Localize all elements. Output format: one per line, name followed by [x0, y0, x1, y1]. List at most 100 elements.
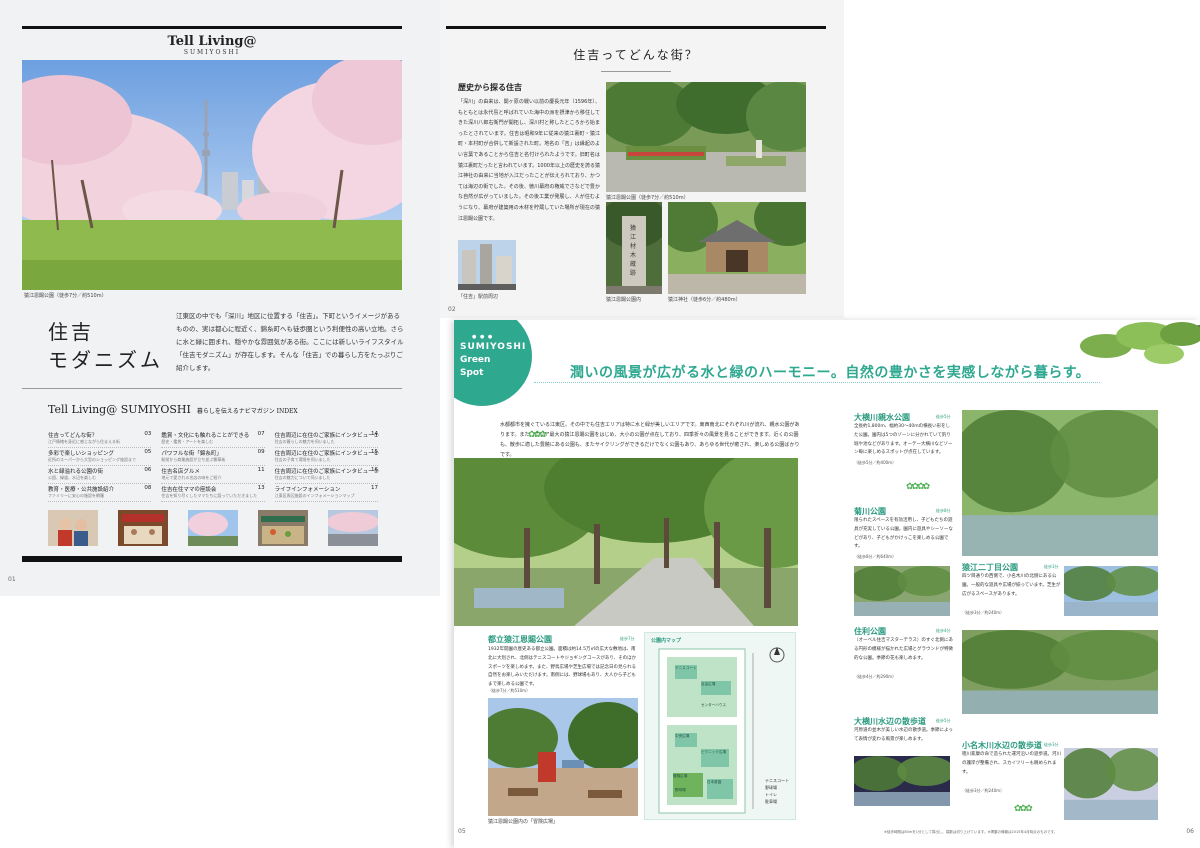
page-number-right: 06 [1186, 828, 1194, 835]
main-park-tree-lined-path-photo [454, 458, 798, 626]
index-item[interactable]: ライフインフォメーション 江東区周辺施設のインフォメーションマップ 17 [274, 484, 378, 502]
index-item-name: 住吉周辺に在住のご家族にインタビュー① [274, 433, 379, 439]
magazine-spread-green-spot: ● ● ● SUMIYOSHI Green Spot 潤いの風景が広がる水と緑の… [454, 320, 1200, 848]
index-item[interactable]: 住吉周辺に在住のご家族にインタビュー③ 住吉の魅力について伺いました 16 [274, 466, 379, 484]
index-item-desc: 住吉の暮らしの魅力を伺いました [274, 439, 335, 444]
masthead: Tell Living@ SUMIYOSHI [22, 34, 402, 56]
index-item-name: 鑑賞・文化にも触れることができる [161, 433, 250, 439]
park-map-legend-item: 駐車場 [765, 799, 777, 804]
bottom-rule [22, 556, 402, 562]
index-item-name: 住吉在住ママの座談会 [161, 487, 217, 493]
index-item-name: ライフインフォメーション [274, 487, 341, 493]
index-item-page: 15 [371, 449, 378, 455]
page-number-left: 05 [458, 828, 466, 835]
index-thumbnails [48, 510, 378, 546]
index-item-name: 住吉周辺に在住のご家族にインタビュー② [274, 451, 379, 457]
index-item-page: 08 [144, 485, 152, 491]
magazine-page-01: Tell Living@ SUMIYOSHI 猿江恩賜公園（徒歩7分／約510m… [0, 0, 440, 596]
park-map-area-label: センターハウス [701, 703, 727, 707]
park-title: 大横川親水公園 [854, 413, 910, 422]
index-item[interactable]: 住吉ってどんな街？ 江戸情緒を身近に感じながら住まえる街 03 [48, 430, 152, 448]
index-item[interactable]: 多彩で楽しいショッピング 近所のスーパーから大型のショッピング施設まで 05 [48, 448, 152, 466]
index-item[interactable]: パワフルな街「錦糸町」 駅前から商業施設が立ち並ぶ繁華街 09 [161, 448, 265, 466]
index-item-name: パワフルな街「錦糸町」 [161, 451, 222, 457]
park-description: 四ツ目通りの西側で、小名木川の北側にある公園。一般的な遊具や広場が揃っています。… [962, 574, 1061, 597]
index-item-name: 住吉ってどんな街？ [48, 433, 98, 439]
badge-dots: ● ● ● [472, 334, 494, 340]
thumbnail-cherry-photo [188, 510, 238, 546]
park-map-legend: テニスコート 野球場 トイレ 駐車場 [765, 777, 789, 805]
index-item-name: 多彩で楽しいショッピング [48, 451, 115, 457]
park-distance: （徒歩4分／約290m） [854, 674, 897, 679]
stone-monument-photo: 猿江材木蔵跡 [606, 202, 662, 294]
index-item-page: 06 [144, 467, 152, 473]
index-title-sub: 暮らしを伝えるナビマガジン INDEX [196, 408, 298, 415]
index-item-page: 16 [371, 467, 378, 473]
adventure-plaza-caption: 猿江恩賜公園内の「冒険広場」 [488, 819, 559, 825]
thumbnail-family-photo [48, 510, 98, 546]
park-title: 猿江二丁目公園 [962, 563, 1018, 572]
index-item-desc: 江東区周辺施設のインフォメーションマップ [274, 493, 355, 498]
index-item[interactable]: 鑑賞・文化にも触れることができる 歴史・鑑賞・アートを楽しむ 07 [161, 430, 265, 448]
badge-line1: SUMIYOSHI [460, 342, 527, 352]
index-item-page: 13 [257, 485, 265, 491]
park-map-legend-item: テニスコート [765, 778, 789, 783]
masthead-subtitle: SUMIYOSHI [183, 49, 241, 56]
park-map-area-label: 野球場 [675, 788, 686, 792]
park-map-area-label: 自由広場 [701, 682, 716, 686]
park-title: 菊川公園 [854, 507, 886, 516]
index-item[interactable]: 住吉名店グルメ 地元で愛される名店の味をご紹介 11 [161, 466, 265, 484]
index-item-page: 05 [144, 449, 152, 455]
index-item-page: 09 [257, 449, 265, 455]
park-photo [1064, 566, 1158, 616]
index-item-desc: 住吉を知り尽くしたママたちに語っていただきました [161, 493, 258, 498]
main-park-distance: （徒歩7分／約510m） [488, 688, 531, 693]
park-walk-tag: 徒歩3分 [1044, 564, 1059, 569]
stone-monument-caption: 猿江恩賜公園内 [606, 297, 642, 303]
park-distance: （徒歩5分／約400m） [854, 460, 897, 465]
index-item-page: 14 [371, 431, 378, 437]
index-item-page: 03 [144, 431, 152, 437]
park-map: 公園内マップ テニスコート 自由広場 中央広場 ピクニック広場 センターハウス 冒険広場野… [644, 632, 796, 820]
index-item[interactable]: 住吉在住ママの座談会 住吉を知り尽くしたママたちに語っていただきました 13 [161, 484, 265, 502]
park-walk-tag: 徒歩5分 [936, 718, 951, 723]
park-map-area-label: 中央広場 [675, 734, 690, 738]
spread-headline: 潤いの風景が広がる水と緑のハーモニー。自然の豊かさを実感しながら暮らす。 [570, 365, 1091, 381]
main-park-description: 1932年開園の歴史ある都立公園。面積は約14.5万㎡の広大な敷地は、南北に大別… [488, 647, 637, 688]
index-item[interactable]: 教育・医療・公共施設紹介 ファミリーに安心の施設を網羅 08 [48, 484, 152, 502]
index-item[interactable]: 住吉周辺に在住のご家族にインタビュー② 住吉の子育て環境を伺いました 15 [274, 448, 379, 466]
index-item[interactable]: 水と緑溢れる公園の街 公園、緑道、水辺を楽しむ 06 [48, 466, 152, 484]
park-walk-tag: 徒歩4分 [936, 628, 951, 633]
page-number: 01 [8, 576, 16, 583]
masthead-title: Tell Living@ [167, 34, 257, 49]
index-item-desc: 歴史・鑑賞・アートを楽しむ [161, 439, 214, 444]
index-item-page: 07 [257, 431, 265, 437]
section-rule [22, 388, 402, 389]
grass-icon: ✿✿✿ [528, 430, 547, 440]
park-photo [962, 410, 1158, 556]
index-item-desc: 近所のスーパーから大型のショッピング施設まで [48, 457, 136, 462]
green-spot-badge: ● ● ● SUMIYOSHI Green Spot [454, 320, 532, 406]
feature-title-line2: モダニズム [48, 348, 163, 372]
index-item-page: 17 [371, 485, 378, 491]
station-street-caption: 「住吉」駅前周辺 [458, 294, 499, 300]
shrine-caption: 猿江神社（徒歩6分／約480m） [668, 297, 741, 303]
adventure-plaza-photo [488, 698, 638, 816]
feature-title-line1: 住吉 [48, 320, 94, 344]
feature-title: 住吉 モダニズム [48, 318, 163, 374]
park-photo [854, 566, 950, 616]
badge-line3: Spot [460, 368, 484, 378]
spread-intro-text: 水都都市を擁ぐている江東区。その中でも住吉エリアは特に水と緑が美しいエリアです。… [500, 422, 800, 458]
index-item-desc: 住吉の魅力について伺いました [274, 475, 331, 480]
park-description: 限られたスペースを有効活用し、子どもたちの遊具が充実している公園。園内に遊具やシ… [854, 518, 953, 550]
index-item-desc: 駅前から商業施設が立ち並ぶ繁華街 [161, 457, 226, 462]
index-title-main: Tell Living@ SUMIYOSHI [48, 403, 191, 416]
index-item[interactable]: 住吉周辺に在住のご家族にインタビュー① 住吉の暮らしの魅力を伺いました 14 [274, 430, 379, 448]
index-item-name: 水と緑溢れる公園の街 [48, 469, 104, 475]
index-list: 住吉ってどんな街？ 江戸情緒を身近に感じながら住まえる街 03 鑑賞・文化にも触れるこ… [48, 430, 379, 502]
page-number: 02 [448, 306, 456, 313]
park-garden-caption: 猿江恩賜公園（徒歩7分／約510m） [606, 195, 689, 201]
park-title: 大横川水辺の散歩道 [854, 717, 926, 726]
park-title: 小名木川水辺の散歩道 [962, 741, 1042, 750]
footnote: ※徒歩時間は80mを1分として算出し、端数は切り上げています。※掲載の情報は20… [884, 830, 1058, 834]
